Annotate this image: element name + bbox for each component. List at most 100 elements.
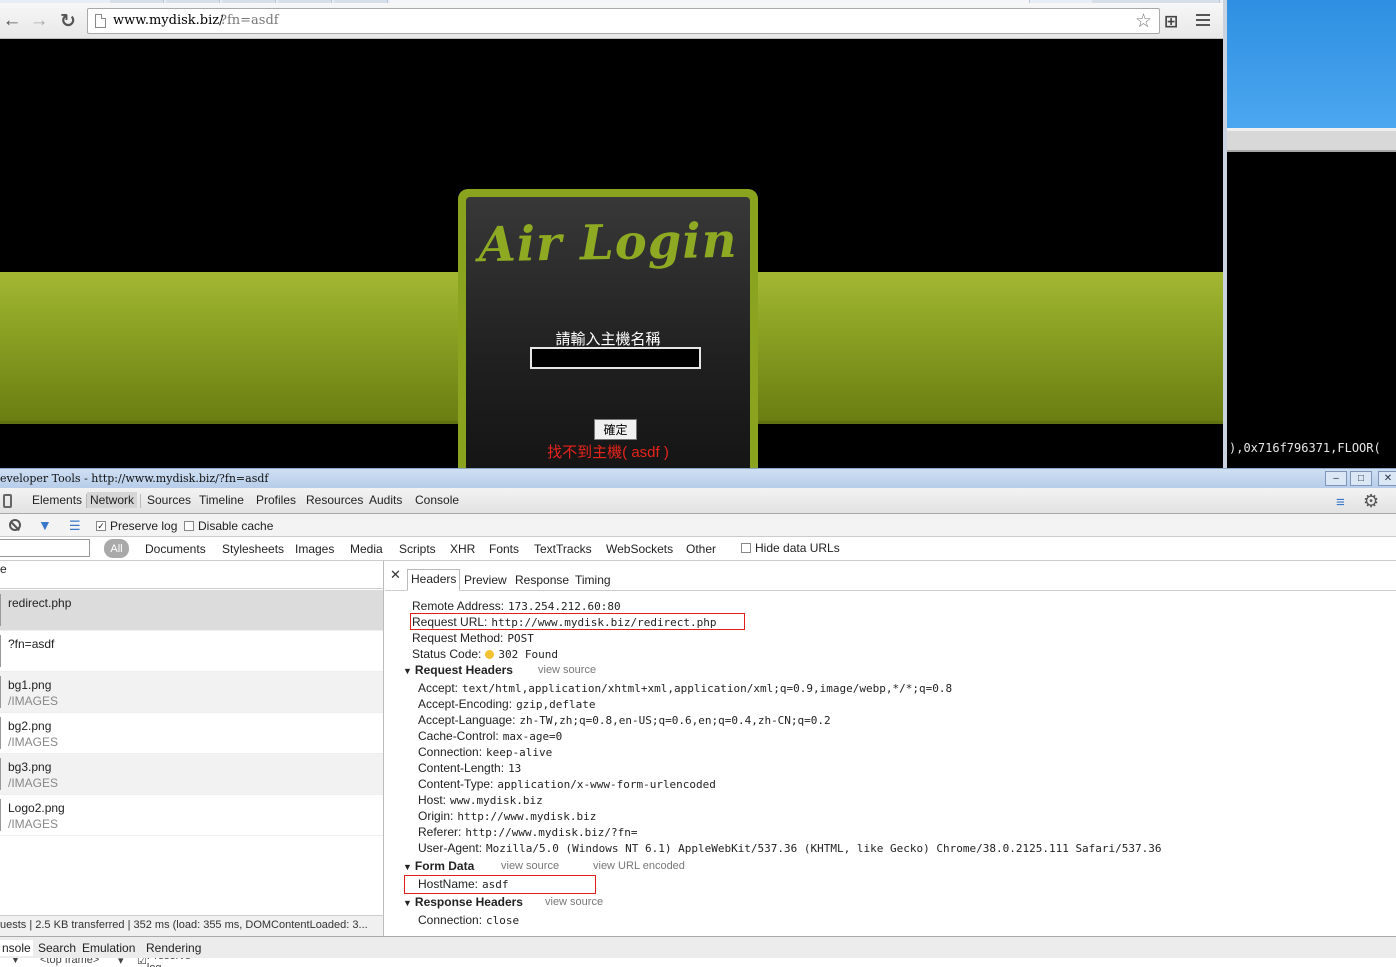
close-icon[interactable]: ✕ [1378,471,1396,486]
filter-fonts[interactable]: Fonts [489,542,519,556]
close-detail-icon[interactable]: ✕ [390,567,401,583]
request-header-row: Referer: http://www.mydisk.biz/?fn= [418,825,638,839]
remote-address-row: Remote Address: 173.254.212.60:80 [412,599,621,613]
disable-cache-checkbox[interactable]: Disable cache [184,519,273,533]
filter-funnel-icon[interactable]: ▼ [10,958,21,966]
hide-data-urls-checkbox[interactable]: Hide data URLs [741,541,840,555]
header-value: http://www.mydisk.biz/redirect.php [491,616,717,629]
form-data-section[interactable]: ▼ Form Data [403,859,474,873]
header-key: Request Method: [412,631,504,645]
drawer-toggle-icon[interactable]: ≡ [1336,494,1345,511]
request-row[interactable]: redirect.php [0,590,383,631]
forward-icon[interactable]: → [27,9,51,33]
host-input[interactable] [530,347,701,369]
bookmark-star-icon[interactable]: ☆ [1135,10,1152,33]
filter-xhr[interactable]: XHR [450,542,475,556]
devtools-titlebar: eveloper Tools - http://www.mydisk.biz/?… [0,468,1396,488]
minimize-icon[interactable]: – [1325,471,1347,486]
filter-images[interactable]: Images [295,542,334,556]
back-icon[interactable]: ← [0,9,24,33]
request-row[interactable]: bg2.png /IMAGES [0,713,383,754]
view-url-encoded-link[interactable]: view URL encoded [593,860,685,872]
request-header-row: Cache-Control: max-age=0 [418,729,562,743]
filter-all[interactable]: All [104,539,129,558]
tab-sources[interactable]: Sources [147,493,191,507]
drawer-tab-emulation[interactable]: Emulation [82,941,135,955]
filter-other[interactable]: Other [686,542,716,556]
view-source-link[interactable]: view source [545,896,603,908]
login-panel-inner: Air Login 請輸入主機名稱 確定 找不到主機( asdf ) [466,197,750,468]
tab-response[interactable]: Response [515,573,569,587]
header-value: 13 [508,762,522,775]
drawer-tab-search[interactable]: Search [38,941,76,955]
side-window-text: ),0x716f796371,FLOOR( [1229,441,1381,455]
tab-audits[interactable]: Audits [369,493,402,507]
console-preserve-log[interactable]: ☑ Preserve log [137,958,191,967]
response-headers-section[interactable]: ▼ Response Headers [403,895,523,909]
view-source-link[interactable]: view source [538,664,596,676]
filter-stylesheets[interactable]: Stylesheets [222,542,284,556]
login-title: Air Login [478,212,738,274]
devtools-title: eveloper Tools - http://www.mydisk.biz/?… [0,472,269,485]
filter-media[interactable]: Media [350,542,383,556]
request-headers-section[interactable]: ▼ Request Headers [403,663,513,677]
network-summary: uests | 2.5 KB transferred | 352 ms (loa… [0,919,368,931]
preserve-log-checkbox[interactable]: ✓ Preserve log [96,519,177,533]
filter-scripts[interactable]: Scripts [399,542,436,556]
tab-resources[interactable]: Resources [306,493,363,507]
host-label: 請輸入主機名稱 [555,331,661,348]
header-key: HostName: [418,877,479,891]
view-source-link[interactable]: view source [501,860,559,872]
request-header-row: Connection: keep-alive [418,745,552,759]
device-mode-icon[interactable] [3,494,12,508]
header-value: keep-alive [486,746,553,759]
request-name: bg1.png [8,678,52,692]
tab-headers[interactable]: Headers [407,569,461,591]
header-value: POST [507,632,534,645]
header-key: Connection: [418,913,483,927]
large-rows-icon[interactable]: ☰ [69,518,81,534]
ok-button[interactable]: 確定 [594,419,637,440]
expand-triangle-icon[interactable]: ▼ [403,862,412,872]
request-name: Logo2.png [8,801,65,815]
request-row[interactable]: Logo2.png /IMAGES [0,795,383,836]
extension-icon[interactable]: ⊞ [1164,12,1178,32]
name-column-header[interactable]: e [0,562,7,576]
request-row[interactable]: ?fn=asdf [0,631,383,672]
status-dot-icon [485,650,495,659]
tab-profiles[interactable]: Profiles [256,493,296,507]
settings-gear-icon[interactable]: ⚙ [1363,491,1379,512]
request-row[interactable]: bg3.png /IMAGES [0,754,383,795]
request-row[interactable]: bg1.png /IMAGES [0,672,383,713]
drawer-tab-rendering[interactable]: Rendering [146,941,201,955]
tab-console[interactable]: Console [415,493,459,507]
filter-websockets[interactable]: WebSockets [606,542,673,556]
filter-documents[interactable]: Documents [145,542,206,556]
filter-icon[interactable]: ▼ [38,517,52,533]
frame-selector[interactable]: <top frame> [40,958,99,966]
request-header-row: Host: www.mydisk.biz [418,793,543,807]
tab-network[interactable]: Network [87,492,138,508]
checkbox-checked[interactable]: ✓ [96,521,106,531]
checkbox-unchecked[interactable] [184,521,194,531]
tab-elements[interactable]: Elements [32,493,82,507]
filter-input[interactable] [0,539,90,557]
expand-triangle-icon[interactable]: ▼ [403,666,412,676]
hide-data-urls-label: Hide data URLs [755,541,840,555]
response-header-row: Connection: close [418,913,519,927]
tab-preview[interactable]: Preview [464,573,507,587]
clear-icon[interactable] [9,519,21,531]
menu-icon[interactable] [1196,14,1210,26]
maximize-icon[interactable]: □ [1350,471,1372,486]
expand-triangle-icon[interactable]: ▼ [403,898,412,908]
header-key: Content-Type: [418,777,494,791]
checkbox-unchecked[interactable] [741,543,751,553]
tab-timing[interactable]: Timing [575,573,611,587]
section-title: Request Headers [414,663,513,677]
address-bar[interactable]: www.mydisk.biz/ ?fn=asdf ☆ [87,8,1160,34]
chevron-down-icon[interactable]: ▾ [118,958,124,967]
reload-icon[interactable]: ↻ [56,9,80,33]
tab-timeline[interactable]: Timeline [199,493,244,507]
drawer-tab-console[interactable]: nsole [0,940,33,956]
filter-texttracks[interactable]: TextTracks [534,542,592,556]
